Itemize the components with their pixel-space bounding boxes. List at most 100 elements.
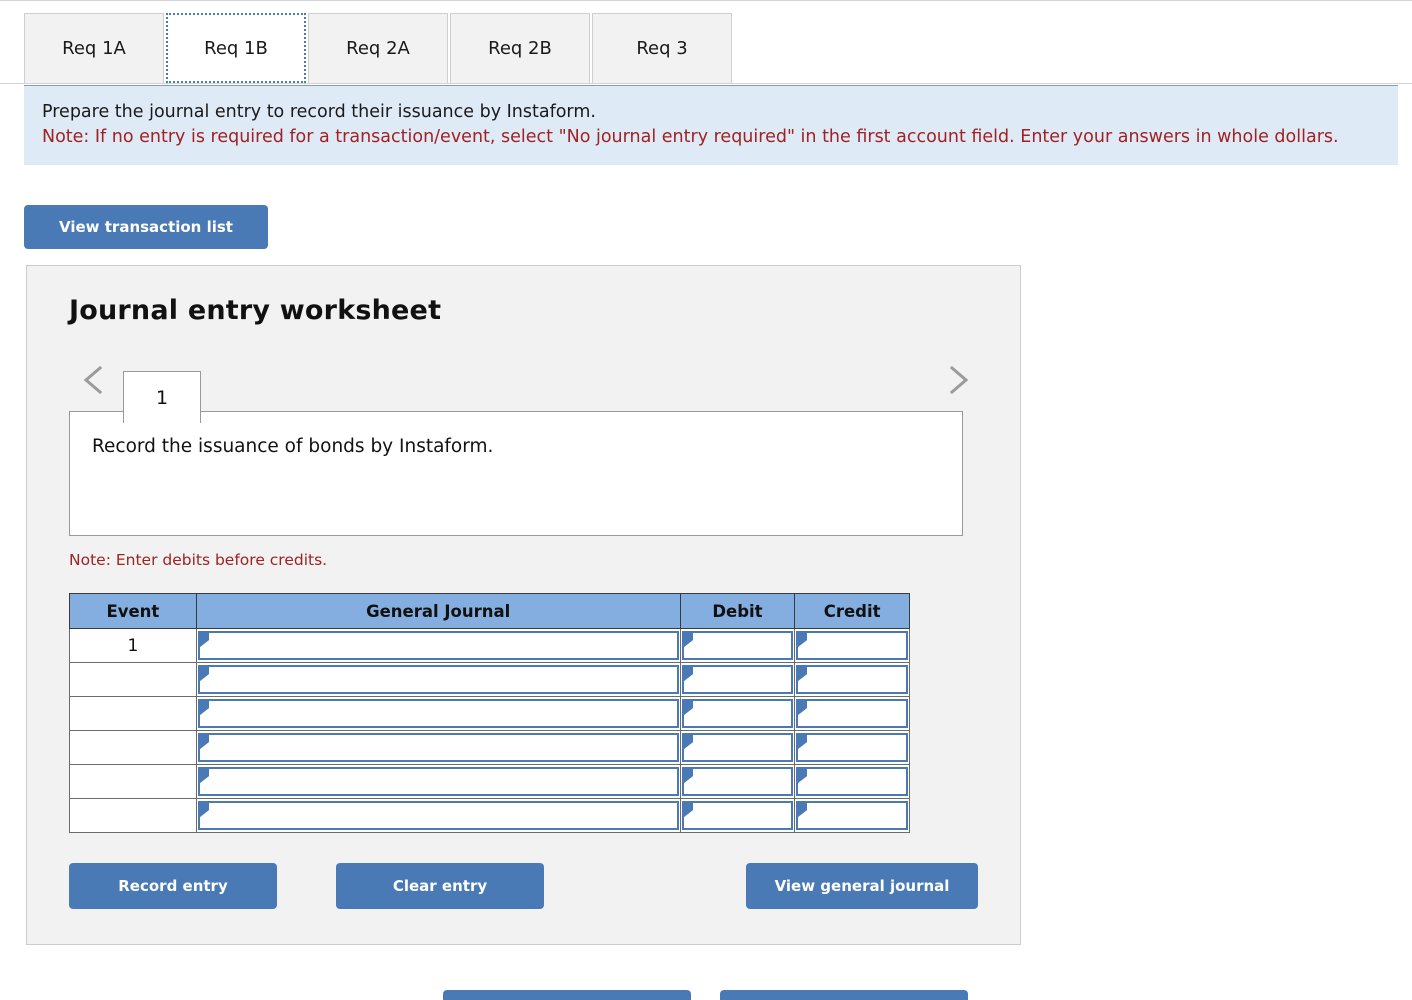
debit-input[interactable] xyxy=(681,665,794,694)
credit-cell[interactable] xyxy=(794,730,910,765)
tab-req-1a[interactable]: Req 1A xyxy=(24,13,164,83)
dropdown-triangle-icon xyxy=(683,769,693,783)
dropdown-triangle-icon xyxy=(199,735,209,749)
chevron-right-icon[interactable] xyxy=(941,361,975,399)
transaction-description-box: Record the issuance of bonds by Instafor… xyxy=(69,411,963,536)
general-journal-cell[interactable] xyxy=(195,662,681,697)
tab-list: Req 1A Req 1B Req 2A Req 2B Req 3 xyxy=(24,13,734,83)
tab-label: Req 2A xyxy=(346,38,410,59)
button-label: View general journal xyxy=(774,877,950,895)
debit-cell[interactable] xyxy=(679,662,796,697)
credit-input[interactable] xyxy=(796,631,908,660)
general-journal-input[interactable] xyxy=(197,699,679,728)
credit-cell[interactable] xyxy=(794,798,910,833)
credit-cell[interactable] xyxy=(794,662,910,697)
credit-cell[interactable] xyxy=(794,764,910,799)
instruction-text: Prepare the journal entry to record thei… xyxy=(42,102,596,122)
chevron-left-icon[interactable] xyxy=(77,361,111,399)
tab-req-2b[interactable]: Req 2B xyxy=(450,13,590,83)
tabstrip-divider xyxy=(0,83,1412,84)
button-label: Record entry xyxy=(118,877,228,895)
table-header-row: Event General Journal Debit Credit xyxy=(69,593,910,629)
general-journal-cell[interactable] xyxy=(195,628,681,663)
dropdown-triangle-icon xyxy=(199,701,209,715)
event-cell xyxy=(69,696,197,731)
column-header-debit: Debit xyxy=(679,593,796,629)
event-cell xyxy=(69,662,197,697)
journal-entry-worksheet-panel: Journal entry worksheet 1 Record the iss… xyxy=(26,265,1021,945)
dropdown-triangle-icon xyxy=(798,633,808,647)
dropdown-triangle-icon xyxy=(683,735,693,749)
event-cell xyxy=(69,798,197,833)
debit-input[interactable] xyxy=(681,631,794,660)
debit-cell[interactable] xyxy=(679,764,796,799)
tab-label: Req 2B xyxy=(488,38,552,59)
general-journal-cell[interactable] xyxy=(195,730,681,765)
page-title: Journal entry worksheet xyxy=(69,295,442,326)
general-journal-input[interactable] xyxy=(197,733,679,762)
table-row: 1 xyxy=(69,628,910,663)
dropdown-triangle-icon xyxy=(798,667,808,681)
debit-input[interactable] xyxy=(681,801,794,830)
tab-label: Req 1A xyxy=(62,38,126,59)
dropdown-triangle-icon xyxy=(199,633,209,647)
dropdown-triangle-icon xyxy=(683,701,693,715)
debit-cell[interactable] xyxy=(679,628,796,663)
table-row xyxy=(69,764,910,799)
general-journal-input[interactable] xyxy=(197,665,679,694)
debit-cell[interactable] xyxy=(679,730,796,765)
debit-input[interactable] xyxy=(681,767,794,796)
bottom-action-button-left[interactable] xyxy=(443,990,691,1000)
event-cell xyxy=(69,730,197,765)
dropdown-triangle-icon xyxy=(798,735,808,749)
tab-label: Req 1B xyxy=(204,37,268,59)
tab-label: Req 3 xyxy=(636,38,688,59)
debit-input[interactable] xyxy=(681,733,794,762)
table-row xyxy=(69,798,910,833)
table-body: 1 xyxy=(69,628,910,833)
general-journal-cell[interactable] xyxy=(195,696,681,731)
worksheet-page-tab-1[interactable]: 1 xyxy=(123,371,201,423)
instruction-note: Note: If no entry is required for a tran… xyxy=(42,127,1339,147)
debit-cell[interactable] xyxy=(679,798,796,833)
credit-input[interactable] xyxy=(796,733,908,762)
event-cell: 1 xyxy=(69,628,197,663)
table-row xyxy=(69,730,910,765)
credit-input[interactable] xyxy=(796,665,908,694)
button-label: Clear entry xyxy=(392,877,488,895)
general-journal-cell[interactable] xyxy=(195,764,681,799)
clear-entry-button[interactable]: Clear entry xyxy=(336,863,544,909)
general-journal-input[interactable] xyxy=(197,631,679,660)
instruction-banner: Prepare the journal entry to record thei… xyxy=(24,85,1398,165)
dropdown-triangle-icon xyxy=(199,667,209,681)
credit-input[interactable] xyxy=(796,699,908,728)
event-cell xyxy=(69,764,197,799)
column-header-event: Event xyxy=(69,593,197,629)
record-entry-button[interactable]: Record entry xyxy=(69,863,277,909)
general-journal-input[interactable] xyxy=(197,801,679,830)
view-transaction-list-button[interactable]: View transaction list xyxy=(24,205,268,249)
debit-cell[interactable] xyxy=(679,696,796,731)
dropdown-triangle-icon xyxy=(798,769,808,783)
credit-input[interactable] xyxy=(796,767,908,796)
tab-req-3[interactable]: Req 3 xyxy=(592,13,732,83)
debit-input[interactable] xyxy=(681,699,794,728)
table-row xyxy=(69,696,910,731)
general-journal-input[interactable] xyxy=(197,767,679,796)
view-general-journal-button[interactable]: View general journal xyxy=(746,863,978,909)
general-journal-cell[interactable] xyxy=(195,798,681,833)
tab-req-1b[interactable]: Req 1B xyxy=(166,13,306,83)
requirement-tabs: Req 1A Req 1B Req 2A Req 2B Req 3 xyxy=(0,0,1412,84)
worksheet-pager: 1 xyxy=(69,351,979,423)
bottom-action-button-right[interactable] xyxy=(720,990,968,1000)
transaction-description-text: Record the issuance of bonds by Instafor… xyxy=(92,436,494,457)
page-number-label: 1 xyxy=(155,386,169,409)
dropdown-triangle-icon xyxy=(798,803,808,817)
credit-cell[interactable] xyxy=(794,696,910,731)
dropdown-triangle-icon xyxy=(683,667,693,681)
dropdown-triangle-icon xyxy=(199,769,209,783)
credit-cell[interactable] xyxy=(794,628,910,663)
credit-input[interactable] xyxy=(796,801,908,830)
dropdown-triangle-icon xyxy=(199,803,209,817)
tab-req-2a[interactable]: Req 2A xyxy=(308,13,448,83)
